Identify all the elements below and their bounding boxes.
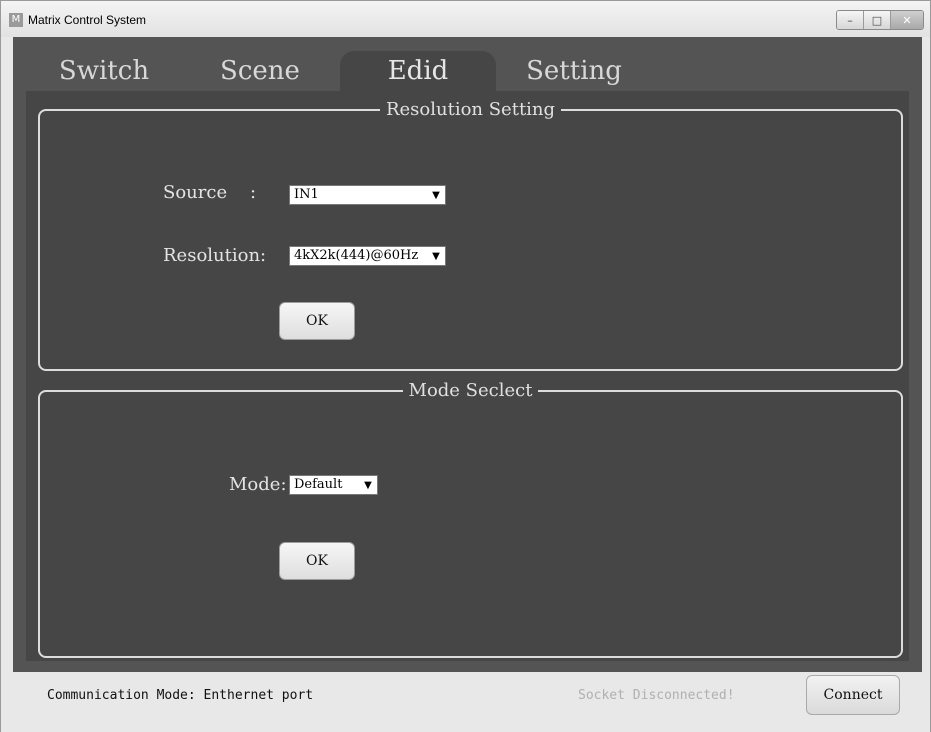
resolution-ok-button[interactable]: OK — [279, 302, 355, 340]
minimize-button[interactable]: – — [837, 11, 863, 29]
mode-ok-button[interactable]: OK — [279, 542, 355, 580]
mode-value: Default — [294, 477, 343, 492]
resolution-select[interactable]: 4kX2k(444)@60Hz ▼ — [289, 246, 446, 266]
edid-panel: Resolution Setting Source : IN1 ▼ Resolu… — [26, 91, 909, 661]
maximize-button[interactable]: □ — [863, 11, 890, 29]
app-window: M Matrix Control System – □ ✕ Switch Sce… — [0, 0, 931, 732]
chevron-down-icon[interactable]: ▼ — [361, 478, 375, 492]
resolution-value: 4kX2k(444)@60Hz — [294, 248, 419, 263]
tab-bar: Switch Scene Edid Setting — [13, 37, 922, 91]
mode-select[interactable]: Default ▼ — [289, 475, 378, 495]
mode-label: Mode: — [229, 474, 287, 495]
title-bar[interactable]: M Matrix Control System – □ ✕ — [1, 1, 930, 37]
window-title: Matrix Control System — [28, 13, 147, 27]
resolution-setting-group: Resolution Setting — [38, 99, 903, 371]
mode-select-group: Mode Seclect — [38, 380, 903, 658]
resolution-setting-legend: Resolution Setting — [385, 99, 556, 120]
source-value: IN1 — [294, 187, 319, 202]
source-select[interactable]: IN1 ▼ — [289, 185, 446, 205]
connect-button[interactable]: Connect — [806, 675, 900, 715]
tab-scene[interactable]: Scene — [195, 51, 325, 91]
chevron-down-icon[interactable]: ▼ — [429, 249, 443, 263]
source-label: Source : — [163, 182, 257, 203]
socket-status-text: Socket Disconnected! — [578, 688, 735, 703]
app-icon: M — [9, 13, 23, 27]
tab-switch[interactable]: Switch — [39, 51, 169, 91]
window-controls: – □ ✕ — [836, 10, 924, 30]
tab-edid[interactable]: Edid — [340, 51, 496, 91]
main-frame: Switch Scene Edid Setting Resolution Set… — [13, 37, 922, 672]
tab-setting[interactable]: Setting — [509, 51, 639, 91]
chevron-down-icon[interactable]: ▼ — [429, 188, 443, 202]
resolution-label: Resolution: — [163, 245, 267, 266]
communication-mode-text: Communication Mode: Enthernet port — [47, 688, 314, 703]
mode-select-legend: Mode Seclect — [408, 380, 533, 401]
status-bar: Communication Mode: Enthernet port Socke… — [1, 672, 930, 732]
close-button[interactable]: ✕ — [890, 11, 923, 29]
